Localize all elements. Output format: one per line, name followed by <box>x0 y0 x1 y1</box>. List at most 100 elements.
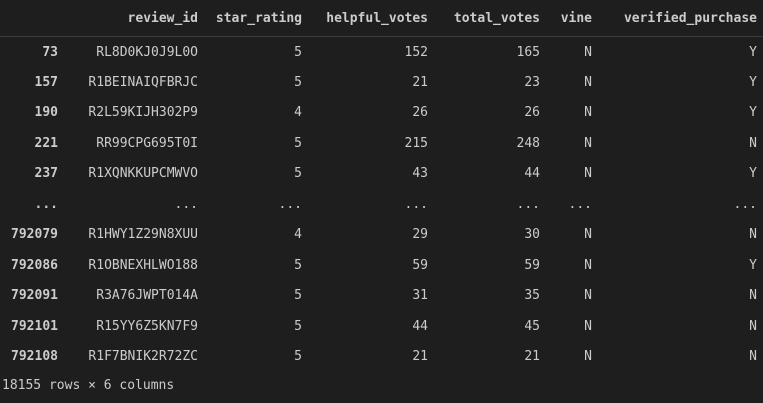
dataframe-table: review_id star_rating helpful_votes tota… <box>0 0 763 372</box>
cell-star-rating: 5 <box>294 288 302 304</box>
cell-star-rating: 5 <box>294 74 302 90</box>
notebook-output-cell: review_id star_rating helpful_votes tota… <box>0 0 763 372</box>
cell-review-id: R1HWY1Z29N8XUU <box>88 227 198 243</box>
cell-review-id: R1OBNEXHLWO188 <box>88 257 198 273</box>
cell-vine: N <box>584 227 592 243</box>
cell-total-votes: 165 <box>516 44 540 60</box>
cell-helpful-votes: 44 <box>412 318 428 334</box>
cell-helpful-votes: 21 <box>412 74 428 90</box>
row-index: 792086 <box>11 257 58 273</box>
cell-star-rating: 4 <box>294 105 302 121</box>
row-index: 792091 <box>11 288 58 304</box>
cell-verified-purchase: Y <box>749 44 757 60</box>
cell-helpful-votes: 43 <box>412 166 428 182</box>
header-helpful-votes: helpful_votes <box>308 0 434 37</box>
row-index: 792079 <box>11 227 58 243</box>
cell-total-votes: 35 <box>524 288 540 304</box>
cell-verified-purchase: N <box>749 135 757 151</box>
cell-verified-purchase: ... <box>733 196 757 212</box>
cell-star-rating: 5 <box>294 166 302 182</box>
cell-star-rating: ... <box>278 196 302 212</box>
cell-verified-purchase: N <box>749 349 757 365</box>
header-row: review_id star_rating helpful_votes tota… <box>0 0 763 37</box>
cell-total-votes: 248 <box>516 135 540 151</box>
row-index: 221 <box>34 135 58 151</box>
cell-helpful-votes: 31 <box>412 288 428 304</box>
cell-vine: N <box>584 135 592 151</box>
header-star-rating: star_rating <box>204 0 308 37</box>
cell-verified-purchase: Y <box>749 74 757 90</box>
cell-verified-purchase: N <box>749 227 757 243</box>
cell-verified-purchase: Y <box>749 257 757 273</box>
row-index: 237 <box>34 166 58 182</box>
cell-review-id: R1F7BNIK2R72ZC <box>88 349 198 365</box>
cell-total-votes: 59 <box>524 257 540 273</box>
cell-review-id: RL8D0KJ0J9L0O <box>96 44 198 60</box>
cell-verified-purchase: N <box>749 288 757 304</box>
row-index: 792108 <box>11 349 58 365</box>
cell-star-rating: 5 <box>294 44 302 60</box>
dataframe-body: 73 RL8D0KJ0J9L0O 5 152 165 N Y 157 R1BEI… <box>0 36 763 372</box>
row-index: ... <box>34 196 58 212</box>
cell-review-id: R1BEINAIQFBRJC <box>88 74 198 90</box>
header-review-id: review_id <box>64 0 204 37</box>
cell-review-id: R15YY6Z5KN7F9 <box>96 318 198 334</box>
table-row: 792086 R1OBNEXHLWO188 5 59 59 N Y <box>0 250 763 281</box>
cell-star-rating: 5 <box>294 318 302 334</box>
cell-helpful-votes: 29 <box>412 227 428 243</box>
cell-vine: N <box>584 105 592 121</box>
cell-verified-purchase: Y <box>749 105 757 121</box>
cell-vine: N <box>584 44 592 60</box>
cell-star-rating: 5 <box>294 349 302 365</box>
cell-helpful-votes: 152 <box>404 44 428 60</box>
cell-helpful-votes: 21 <box>412 349 428 365</box>
cell-review-id: RR99CPG695T0I <box>96 135 198 151</box>
cell-vine: N <box>584 257 592 273</box>
row-index: 190 <box>34 105 58 121</box>
cell-vine: N <box>584 166 592 182</box>
table-row: 157 R1BEINAIQFBRJC 5 21 23 N Y <box>0 67 763 98</box>
cell-review-id: R3A76JWPT014A <box>96 288 198 304</box>
header-vine: vine <box>546 0 598 37</box>
table-row: 792091 R3A76JWPT014A 5 31 35 N N <box>0 280 763 311</box>
header-total-votes: total_votes <box>434 0 546 37</box>
dataframe-header: review_id star_rating helpful_votes tota… <box>0 0 763 37</box>
cell-total-votes: 44 <box>524 166 540 182</box>
cell-total-votes: 45 <box>524 318 540 334</box>
cell-star-rating: 5 <box>294 135 302 151</box>
table-row: 792108 R1F7BNIK2R72ZC 5 21 21 N N <box>0 341 763 372</box>
cell-star-rating: 4 <box>294 227 302 243</box>
cell-helpful-votes: 59 <box>412 257 428 273</box>
row-index: 73 <box>42 44 58 60</box>
table-row: 190 R2L59KIJH302P9 4 26 26 N Y <box>0 97 763 128</box>
row-index: 157 <box>34 74 58 90</box>
header-index <box>0 0 64 37</box>
cell-helpful-votes: 26 <box>412 105 428 121</box>
cell-verified-purchase: Y <box>749 166 757 182</box>
table-row: 237 R1XQNKKUPCMWVO 5 43 44 N Y <box>0 158 763 189</box>
row-index: 792101 <box>11 318 58 334</box>
cell-total-votes: 21 <box>524 349 540 365</box>
cell-verified-purchase: N <box>749 318 757 334</box>
table-row: 73 RL8D0KJ0J9L0O 5 152 165 N Y <box>0 36 763 67</box>
cell-helpful-votes: ... <box>404 196 428 212</box>
header-verified-purchase: verified_purchase <box>598 0 763 37</box>
dataframe-shape-summary: 18155 rows × 6 columns <box>2 378 175 393</box>
table-row: 221 RR99CPG695T0I 5 215 248 N N <box>0 128 763 159</box>
cell-review-id: ... <box>174 196 198 212</box>
cell-vine: N <box>584 318 592 334</box>
cell-vine: ... <box>568 196 592 212</box>
table-row: 792079 R1HWY1Z29N8XUU 4 29 30 N N <box>0 219 763 250</box>
cell-star-rating: 5 <box>294 257 302 273</box>
cell-review-id: R2L59KIJH302P9 <box>88 105 198 121</box>
cell-review-id: R1XQNKKUPCMWVO <box>88 166 198 182</box>
cell-total-votes: ... <box>516 196 540 212</box>
cell-vine: N <box>584 288 592 304</box>
cell-total-votes: 23 <box>524 74 540 90</box>
cell-vine: N <box>584 74 592 90</box>
table-row: 792101 R15YY6Z5KN7F9 5 44 45 N N <box>0 311 763 342</box>
cell-vine: N <box>584 349 592 365</box>
cell-helpful-votes: 215 <box>404 135 428 151</box>
ellipsis-row: ... ... ... ... ... ... ... <box>0 189 763 220</box>
cell-total-votes: 30 <box>524 227 540 243</box>
